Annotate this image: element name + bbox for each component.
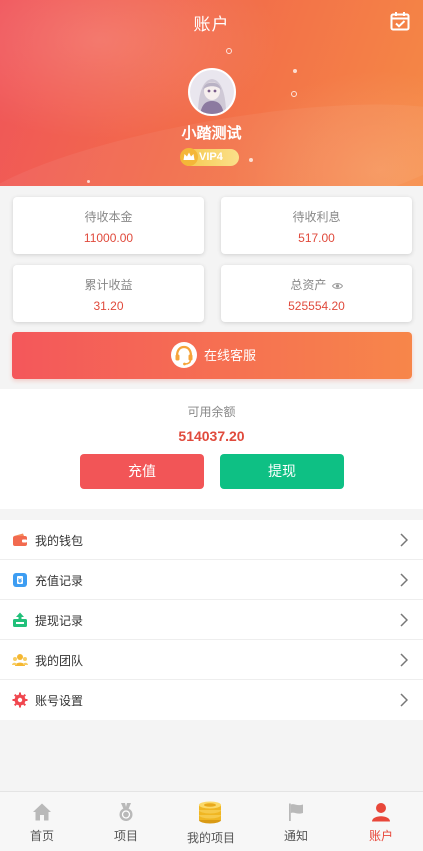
user-icon [372, 803, 390, 822]
menu-item-wallet[interactable]: 我的钱包 [0, 520, 423, 560]
balance-area: 可用余额 514037.20 充值 提现 [0, 389, 423, 509]
eye-icon[interactable] [331, 282, 343, 290]
menu-item-account-settings[interactable]: 账号设置 [0, 680, 423, 720]
avatar[interactable] [188, 68, 236, 116]
home-icon [33, 803, 51, 821]
vip-badge: VIP4 [180, 148, 239, 166]
stat-value: 517.00 [298, 231, 335, 245]
stat-value: 31.20 [93, 299, 124, 313]
bottom-tab-bar: 首页 项目 我的项目 通知 账户 [0, 791, 423, 851]
tab-label: 通知 [283, 829, 308, 843]
tab-projects[interactable]: 项目 [84, 792, 168, 851]
account-menu: 我的钱包 ¥ 充值记录 提现记录 我的团队 账号设置 [0, 520, 423, 720]
flag-icon [289, 803, 303, 821]
stat-card-total-assets: 总资产 525554.20 [221, 265, 412, 322]
calendar-check-icon[interactable] [390, 11, 410, 31]
balance-label: 可用余额 [187, 405, 236, 419]
stat-value: 525554.20 [288, 299, 345, 313]
stat-value: 11000.00 [83, 231, 134, 245]
crown-icon [180, 148, 198, 166]
chevron-right-icon [400, 653, 408, 667]
tab-account[interactable]: 账户 [339, 792, 423, 851]
chevron-right-icon [400, 693, 408, 707]
user-avatar [190, 70, 234, 114]
service-label: 在线客服 [203, 348, 256, 363]
withdraw-record-icon [13, 612, 27, 627]
chevron-right-icon [400, 613, 408, 627]
tab-notifications[interactable]: 通知 [254, 792, 338, 851]
wallet-icon [13, 533, 27, 546]
stat-label: 待收利息 [292, 210, 341, 224]
tab-label: 首页 [29, 829, 54, 843]
stat-label: 总资产 [290, 278, 327, 292]
settings-icon [12, 692, 28, 708]
coins-icon [199, 801, 221, 824]
menu-label: 我的钱包 [35, 534, 84, 548]
withdraw-button[interactable]: 提现 [220, 454, 344, 489]
menu-item-team[interactable]: 我的团队 [0, 640, 423, 680]
decor-dot [87, 180, 90, 183]
vip-label: VIP4 [199, 151, 223, 163]
balance-value: 514037.20 [178, 428, 245, 444]
stat-label: 累计收益 [84, 278, 133, 292]
recharge-button[interactable]: 充值 [80, 454, 204, 489]
chevron-right-icon [400, 533, 408, 547]
username: 小踏测试 [181, 125, 242, 142]
menu-label: 我的团队 [35, 654, 84, 668]
medal-icon [119, 803, 133, 821]
team-icon [12, 654, 28, 666]
tab-my-projects[interactable]: 我的项目 [169, 792, 253, 851]
tab-label: 项目 [113, 829, 138, 843]
menu-item-recharge-record[interactable]: ¥ 充值记录 [0, 560, 423, 600]
menu-label: 提现记录 [35, 614, 84, 628]
stat-card-principal: 待收本金 11000.00 [13, 197, 204, 254]
chevron-right-icon [400, 573, 408, 587]
tab-home[interactable]: 首页 [0, 792, 84, 851]
stat-card-interest: 待收利息 517.00 [221, 197, 412, 254]
headset-icon [171, 342, 197, 368]
stats-area: 待收本金 11000.00 待收利息 517.00 累计收益 31.20 总资产… [0, 186, 423, 388]
decor-dot [293, 69, 297, 73]
menu-label: 充值记录 [35, 574, 84, 588]
tab-label: 我的项目 [186, 831, 235, 845]
stat-label-row: 总资产 [221, 276, 412, 293]
decor-dot [226, 48, 232, 54]
decor-dot [291, 91, 297, 97]
page-title: 账户 [193, 15, 230, 34]
recharge-record-icon: ¥ [13, 573, 27, 587]
account-header: 账户 小踏测试 VIP4 [0, 0, 423, 186]
menu-label: 账号设置 [35, 694, 84, 708]
menu-item-withdraw-record[interactable]: 提现记录 [0, 600, 423, 640]
stat-label: 待收本金 [84, 210, 133, 224]
online-service-button[interactable]: 在线客服 [12, 332, 412, 379]
tab-label: 账户 [368, 829, 393, 843]
decor-dot [249, 158, 253, 162]
stat-card-earnings: 累计收益 31.20 [13, 265, 204, 322]
